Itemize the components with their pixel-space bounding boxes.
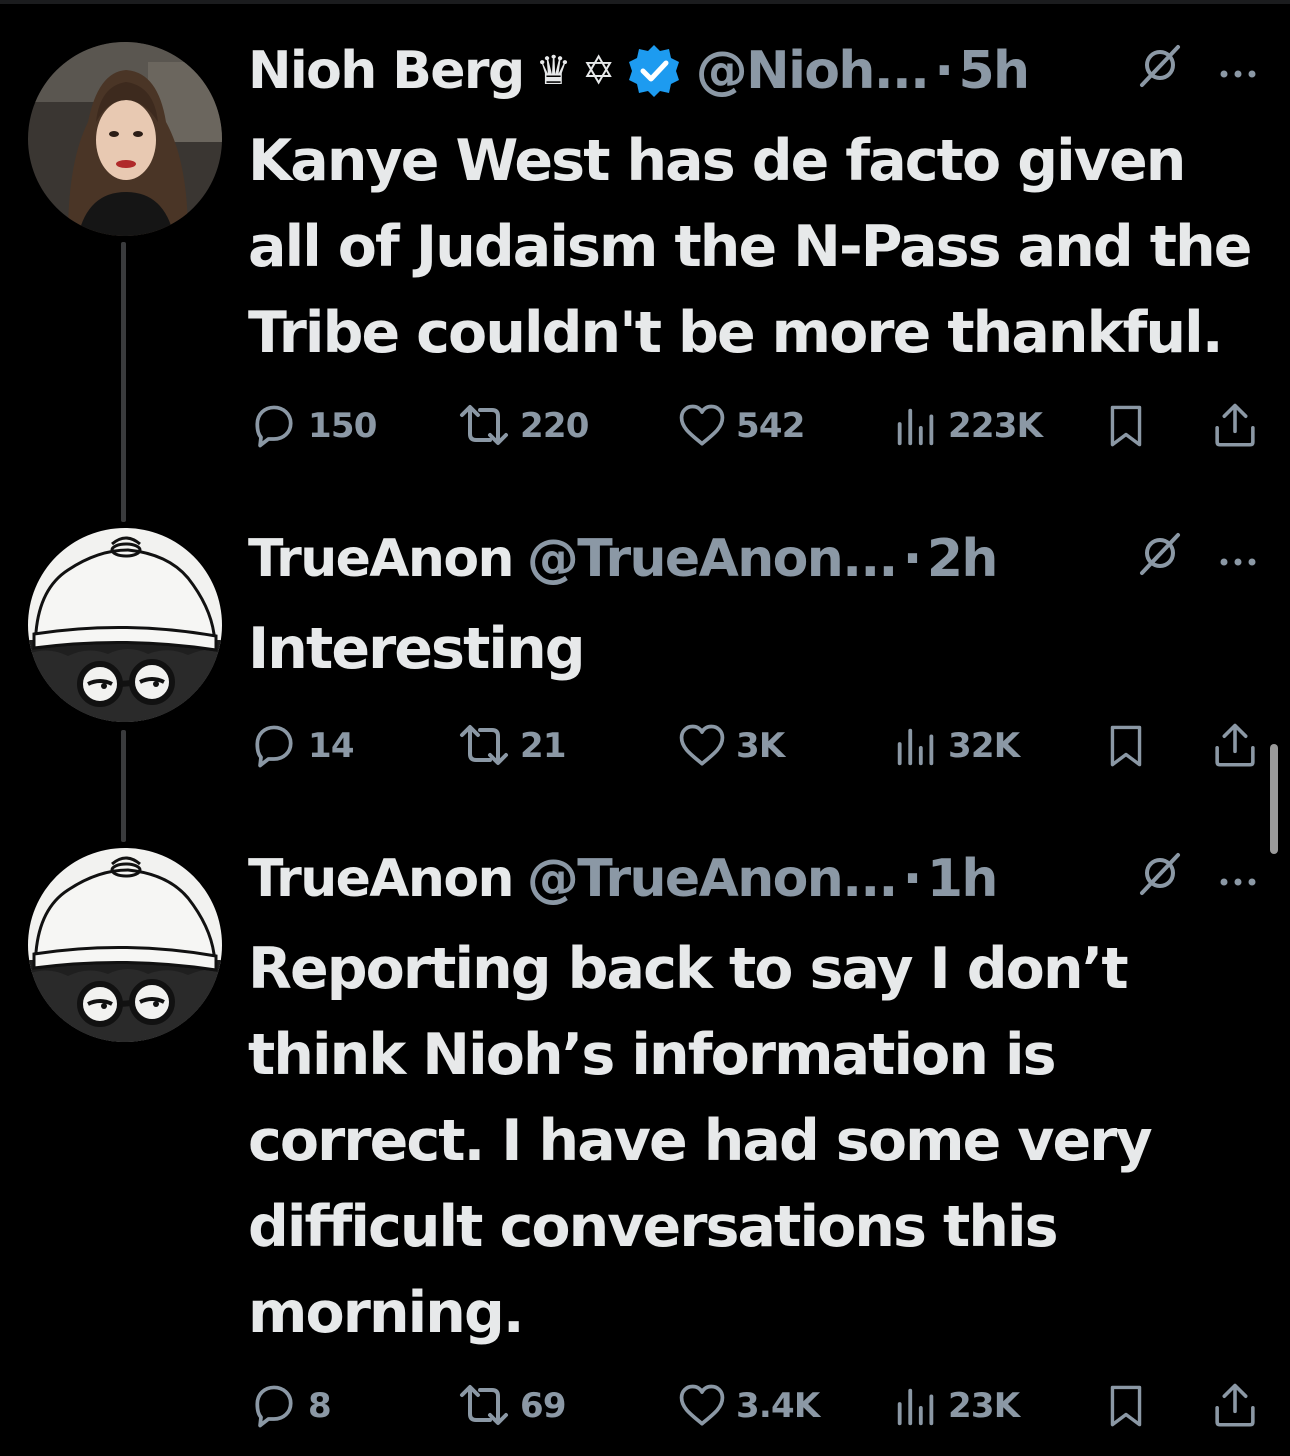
more-options-icon[interactable] bbox=[1218, 41, 1258, 101]
tweet-body: Reporting back to say I don’t think Nioh… bbox=[248, 926, 1266, 1356]
scrollbar-thumb[interactable] bbox=[1270, 744, 1278, 854]
avatar-nioh-berg[interactable] bbox=[28, 42, 222, 236]
thread-line bbox=[121, 730, 126, 842]
repost-button[interactable]: 220 bbox=[456, 398, 589, 454]
author-name[interactable]: TrueAnon bbox=[248, 849, 515, 909]
repost-button[interactable]: 69 bbox=[456, 1378, 567, 1434]
grok-icon[interactable] bbox=[1136, 529, 1184, 590]
bookmark-button[interactable] bbox=[1104, 718, 1148, 774]
tweet-body-line: morning. bbox=[248, 1280, 525, 1346]
views-icon bbox=[897, 1388, 934, 1426]
reply-button[interactable]: 8 bbox=[248, 1378, 332, 1434]
reply-button[interactable]: 150 bbox=[248, 398, 377, 454]
tweet-header: Nioh Berg ♛ ✡ @Nioh... · 5h bbox=[248, 36, 1262, 106]
more-options-icon[interactable] bbox=[1218, 529, 1258, 589]
tweet-time[interactable]: 1h bbox=[927, 849, 999, 909]
repost-count: 21 bbox=[520, 726, 567, 766]
views-button[interactable]: 32K bbox=[892, 718, 1020, 774]
reply-count: 14 bbox=[308, 726, 355, 766]
avatar-trueanon[interactable] bbox=[28, 528, 222, 722]
tweet-body: Kanye West has de facto given all of Jud… bbox=[248, 118, 1266, 376]
top-divider bbox=[0, 0, 1290, 4]
author-handle[interactable]: @TrueAnon... bbox=[527, 849, 898, 909]
separator-dot: · bbox=[934, 41, 954, 101]
bookmark-button[interactable] bbox=[1104, 1378, 1148, 1434]
like-count: 3K bbox=[736, 726, 785, 766]
views-icon bbox=[897, 728, 934, 766]
repost-button[interactable]: 21 bbox=[456, 718, 567, 774]
author-name[interactable]: Nioh Berg bbox=[248, 41, 525, 101]
repost-icon bbox=[460, 725, 508, 765]
tweet-time[interactable]: 5h bbox=[958, 41, 1030, 101]
reply-icon bbox=[255, 1385, 293, 1428]
tweet-body-line: difficult conversations this bbox=[248, 1194, 1059, 1260]
avatar-trueanon[interactable] bbox=[28, 848, 222, 1042]
share-icon bbox=[1215, 1383, 1255, 1427]
like-count: 3.4K bbox=[736, 1386, 820, 1426]
views-count: 32K bbox=[948, 726, 1020, 766]
like-count: 542 bbox=[736, 406, 805, 446]
repost-icon bbox=[460, 1385, 508, 1425]
header-actions bbox=[1136, 36, 1258, 106]
tweet-body: Interesting bbox=[248, 606, 1266, 692]
more-options-icon[interactable] bbox=[1218, 849, 1258, 909]
tweet-body-line: think Nioh’s information is bbox=[248, 1022, 1057, 1088]
star-of-david-emoji: ✡ bbox=[581, 48, 616, 94]
grok-icon[interactable] bbox=[1136, 849, 1184, 910]
tweet-actions: 14 21 3K 32K bbox=[248, 718, 1262, 774]
like-icon bbox=[679, 404, 725, 446]
author-handle[interactable]: @TrueAnon... bbox=[527, 529, 898, 589]
reply-count: 150 bbox=[308, 406, 377, 446]
tweet-time[interactable]: 2h bbox=[927, 529, 999, 589]
crown-emoji: ♛ bbox=[535, 48, 572, 94]
author-name[interactable]: TrueAnon bbox=[248, 529, 515, 589]
author-handle[interactable]: @Nioh... bbox=[696, 41, 930, 101]
like-icon bbox=[679, 1384, 725, 1426]
tweet-body-line: Reporting back to say I don’t bbox=[248, 936, 1129, 1002]
views-count: 23K bbox=[948, 1386, 1020, 1426]
thread-line bbox=[121, 242, 126, 522]
share-icon bbox=[1215, 403, 1255, 447]
header-actions bbox=[1136, 844, 1258, 914]
bookmark-icon bbox=[1110, 405, 1142, 447]
bookmark-button[interactable] bbox=[1104, 398, 1148, 454]
like-button[interactable]: 542 bbox=[676, 398, 805, 454]
like-button[interactable]: 3K bbox=[676, 718, 785, 774]
share-button[interactable] bbox=[1210, 398, 1260, 454]
tweet-body-line: Interesting bbox=[248, 616, 586, 682]
verified-badge-icon[interactable] bbox=[626, 43, 682, 99]
tweet-header: TrueAnon @TrueAnon... · 1h bbox=[248, 844, 1262, 914]
share-button[interactable] bbox=[1210, 1378, 1260, 1434]
like-button[interactable]: 3.4K bbox=[676, 1378, 820, 1434]
share-icon bbox=[1215, 723, 1255, 767]
views-icon bbox=[897, 408, 934, 446]
views-button[interactable]: 23K bbox=[892, 1378, 1020, 1434]
reply-icon bbox=[255, 725, 293, 768]
tweet-body-line: all of Judaism the N-Pass and the bbox=[248, 214, 1252, 280]
like-icon bbox=[679, 724, 725, 766]
views-count: 223K bbox=[948, 406, 1043, 446]
reply-icon bbox=[255, 405, 293, 448]
share-button[interactable] bbox=[1210, 718, 1260, 774]
views-button[interactable]: 223K bbox=[892, 398, 1043, 454]
separator-dot: · bbox=[902, 529, 923, 589]
tweet-body-line: Tribe couldn't be more thankful. bbox=[248, 300, 1223, 366]
tweet-header: TrueAnon @TrueAnon... · 2h bbox=[248, 524, 1262, 594]
separator-dot: · bbox=[902, 849, 923, 909]
repost-count: 220 bbox=[520, 406, 589, 446]
tweet-actions: 150 220 542 223K bbox=[248, 398, 1262, 454]
grok-icon[interactable] bbox=[1136, 41, 1184, 102]
reply-button[interactable]: 14 bbox=[248, 718, 355, 774]
reply-count: 8 bbox=[308, 1386, 332, 1426]
tweet-body-line: correct. I have had some very bbox=[248, 1108, 1153, 1174]
bookmark-icon bbox=[1110, 725, 1142, 767]
repost-icon bbox=[460, 405, 508, 445]
tweet-actions: 8 69 3.4K 23K bbox=[248, 1378, 1262, 1434]
repost-count: 69 bbox=[520, 1386, 567, 1426]
bookmark-icon bbox=[1110, 1385, 1142, 1427]
header-actions bbox=[1136, 524, 1258, 594]
tweet-body-line: Kanye West has de facto given bbox=[248, 128, 1186, 194]
